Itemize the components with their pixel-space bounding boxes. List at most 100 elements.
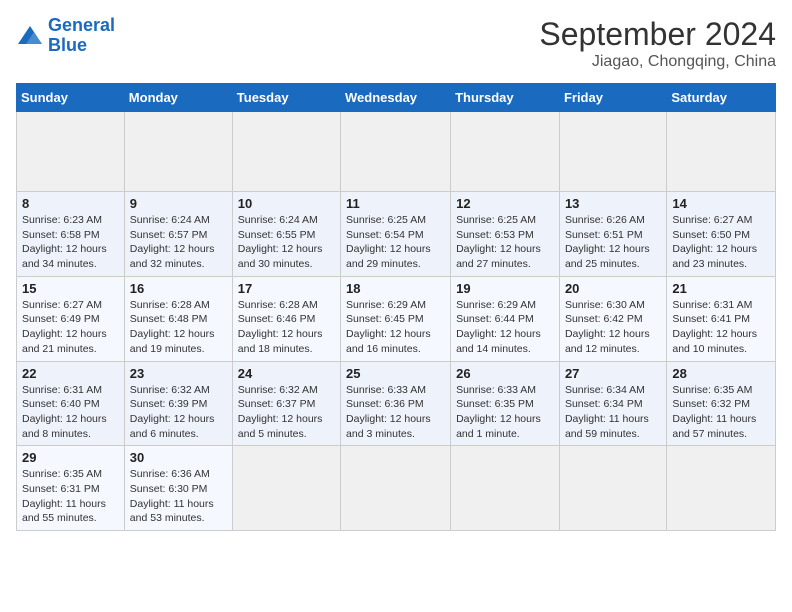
logo: General Blue bbox=[16, 16, 115, 56]
day-info: Sunrise: 6:31 AMSunset: 6:41 PMDaylight:… bbox=[672, 298, 770, 357]
table-row: 11 Sunrise: 6:25 AMSunset: 6:54 PMDaylig… bbox=[341, 192, 451, 277]
day-info: Sunrise: 6:26 AMSunset: 6:51 PMDaylight:… bbox=[565, 213, 661, 272]
day-info: Sunrise: 6:27 AMSunset: 6:50 PMDaylight:… bbox=[672, 213, 770, 272]
table-row: 10 Sunrise: 6:24 AMSunset: 6:55 PMDaylig… bbox=[232, 192, 340, 277]
day-info: Sunrise: 6:25 AMSunset: 6:54 PMDaylight:… bbox=[346, 213, 445, 272]
table-row: 28 Sunrise: 6:35 AMSunset: 6:32 PMDaylig… bbox=[667, 361, 776, 446]
table-row bbox=[451, 446, 560, 531]
table-row: 12 Sunrise: 6:25 AMSunset: 6:53 PMDaylig… bbox=[451, 192, 560, 277]
day-number: 10 bbox=[238, 196, 335, 211]
day-info: Sunrise: 6:28 AMSunset: 6:48 PMDaylight:… bbox=[130, 298, 227, 357]
day-number: 9 bbox=[130, 196, 227, 211]
calendar-week-2: 8 Sunrise: 6:23 AMSunset: 6:58 PMDayligh… bbox=[17, 192, 776, 277]
table-row bbox=[559, 112, 666, 192]
day-info: Sunrise: 6:35 AMSunset: 6:31 PMDaylight:… bbox=[22, 467, 119, 526]
table-row: 18 Sunrise: 6:29 AMSunset: 6:45 PMDaylig… bbox=[341, 276, 451, 361]
day-number: 29 bbox=[22, 450, 119, 465]
table-row: 24 Sunrise: 6:32 AMSunset: 6:37 PMDaylig… bbox=[232, 361, 340, 446]
day-number: 14 bbox=[672, 196, 770, 211]
table-row: 9 Sunrise: 6:24 AMSunset: 6:57 PMDayligh… bbox=[124, 192, 232, 277]
day-info: Sunrise: 6:24 AMSunset: 6:55 PMDaylight:… bbox=[238, 213, 335, 272]
day-number: 22 bbox=[22, 366, 119, 381]
day-info: Sunrise: 6:29 AMSunset: 6:44 PMDaylight:… bbox=[456, 298, 554, 357]
table-row: 13 Sunrise: 6:26 AMSunset: 6:51 PMDaylig… bbox=[559, 192, 666, 277]
table-row: 14 Sunrise: 6:27 AMSunset: 6:50 PMDaylig… bbox=[667, 192, 776, 277]
table-row: 25 Sunrise: 6:33 AMSunset: 6:36 PMDaylig… bbox=[341, 361, 451, 446]
day-info: Sunrise: 6:23 AMSunset: 6:58 PMDaylight:… bbox=[22, 213, 119, 272]
day-info: Sunrise: 6:35 AMSunset: 6:32 PMDaylight:… bbox=[672, 383, 770, 442]
table-row: 27 Sunrise: 6:34 AMSunset: 6:34 PMDaylig… bbox=[559, 361, 666, 446]
table-row: 15 Sunrise: 6:27 AMSunset: 6:49 PMDaylig… bbox=[17, 276, 125, 361]
table-row bbox=[341, 446, 451, 531]
day-number: 19 bbox=[456, 281, 554, 296]
day-info: Sunrise: 6:30 AMSunset: 6:42 PMDaylight:… bbox=[565, 298, 661, 357]
table-row: 20 Sunrise: 6:30 AMSunset: 6:42 PMDaylig… bbox=[559, 276, 666, 361]
header-tuesday: Tuesday bbox=[232, 84, 340, 112]
table-row: 16 Sunrise: 6:28 AMSunset: 6:48 PMDaylig… bbox=[124, 276, 232, 361]
day-info: Sunrise: 6:24 AMSunset: 6:57 PMDaylight:… bbox=[130, 213, 227, 272]
table-row: 21 Sunrise: 6:31 AMSunset: 6:41 PMDaylig… bbox=[667, 276, 776, 361]
logo-line1: General bbox=[48, 16, 115, 36]
table-row: 17 Sunrise: 6:28 AMSunset: 6:46 PMDaylig… bbox=[232, 276, 340, 361]
table-row: 30 Sunrise: 6:36 AMSunset: 6:30 PMDaylig… bbox=[124, 446, 232, 531]
table-row: 29 Sunrise: 6:35 AMSunset: 6:31 PMDaylig… bbox=[17, 446, 125, 531]
location-subtitle: Jiagao, Chongqing, China bbox=[539, 53, 776, 71]
day-number: 26 bbox=[456, 366, 554, 381]
day-number: 8 bbox=[22, 196, 119, 211]
calendar-week-5: 29 Sunrise: 6:35 AMSunset: 6:31 PMDaylig… bbox=[17, 446, 776, 531]
calendar-week-1 bbox=[17, 112, 776, 192]
calendar-body: 8 Sunrise: 6:23 AMSunset: 6:58 PMDayligh… bbox=[17, 112, 776, 531]
day-info: Sunrise: 6:27 AMSunset: 6:49 PMDaylight:… bbox=[22, 298, 119, 357]
table-row: 26 Sunrise: 6:33 AMSunset: 6:35 PMDaylig… bbox=[451, 361, 560, 446]
day-number: 30 bbox=[130, 450, 227, 465]
day-info: Sunrise: 6:28 AMSunset: 6:46 PMDaylight:… bbox=[238, 298, 335, 357]
header-saturday: Saturday bbox=[667, 84, 776, 112]
table-row bbox=[559, 446, 666, 531]
day-number: 23 bbox=[130, 366, 227, 381]
day-info: Sunrise: 6:29 AMSunset: 6:45 PMDaylight:… bbox=[346, 298, 445, 357]
day-info: Sunrise: 6:25 AMSunset: 6:53 PMDaylight:… bbox=[456, 213, 554, 272]
month-title: September 2024 bbox=[539, 16, 776, 53]
table-row bbox=[667, 112, 776, 192]
day-number: 21 bbox=[672, 281, 770, 296]
logo-icon bbox=[16, 24, 44, 48]
calendar-header: Sunday Monday Tuesday Wednesday Thursday… bbox=[17, 84, 776, 112]
header-thursday: Thursday bbox=[451, 84, 560, 112]
day-number: 17 bbox=[238, 281, 335, 296]
day-number: 16 bbox=[130, 281, 227, 296]
table-row bbox=[341, 112, 451, 192]
table-row: 8 Sunrise: 6:23 AMSunset: 6:58 PMDayligh… bbox=[17, 192, 125, 277]
day-info: Sunrise: 6:36 AMSunset: 6:30 PMDaylight:… bbox=[130, 467, 227, 526]
day-info: Sunrise: 6:31 AMSunset: 6:40 PMDaylight:… bbox=[22, 383, 119, 442]
day-number: 11 bbox=[346, 196, 445, 211]
day-number: 18 bbox=[346, 281, 445, 296]
day-number: 27 bbox=[565, 366, 661, 381]
day-number: 24 bbox=[238, 366, 335, 381]
logo-line2: Blue bbox=[48, 36, 115, 56]
table-row bbox=[451, 112, 560, 192]
table-row bbox=[124, 112, 232, 192]
table-row bbox=[232, 446, 340, 531]
day-info: Sunrise: 6:32 AMSunset: 6:37 PMDaylight:… bbox=[238, 383, 335, 442]
header-wednesday: Wednesday bbox=[341, 84, 451, 112]
calendar-week-4: 22 Sunrise: 6:31 AMSunset: 6:40 PMDaylig… bbox=[17, 361, 776, 446]
day-info: Sunrise: 6:32 AMSunset: 6:39 PMDaylight:… bbox=[130, 383, 227, 442]
day-number: 15 bbox=[22, 281, 119, 296]
day-number: 12 bbox=[456, 196, 554, 211]
title-block: September 2024 Jiagao, Chongqing, China bbox=[539, 16, 776, 71]
table-row: 19 Sunrise: 6:29 AMSunset: 6:44 PMDaylig… bbox=[451, 276, 560, 361]
header-friday: Friday bbox=[559, 84, 666, 112]
day-info: Sunrise: 6:33 AMSunset: 6:35 PMDaylight:… bbox=[456, 383, 554, 442]
header-monday: Monday bbox=[124, 84, 232, 112]
day-info: Sunrise: 6:34 AMSunset: 6:34 PMDaylight:… bbox=[565, 383, 661, 442]
header-sunday: Sunday bbox=[17, 84, 125, 112]
table-row: 22 Sunrise: 6:31 AMSunset: 6:40 PMDaylig… bbox=[17, 361, 125, 446]
day-number: 13 bbox=[565, 196, 661, 211]
calendar-table: Sunday Monday Tuesday Wednesday Thursday… bbox=[16, 83, 776, 531]
table-row bbox=[17, 112, 125, 192]
day-number: 25 bbox=[346, 366, 445, 381]
table-row: 23 Sunrise: 6:32 AMSunset: 6:39 PMDaylig… bbox=[124, 361, 232, 446]
calendar-week-3: 15 Sunrise: 6:27 AMSunset: 6:49 PMDaylig… bbox=[17, 276, 776, 361]
table-row bbox=[232, 112, 340, 192]
table-row bbox=[667, 446, 776, 531]
